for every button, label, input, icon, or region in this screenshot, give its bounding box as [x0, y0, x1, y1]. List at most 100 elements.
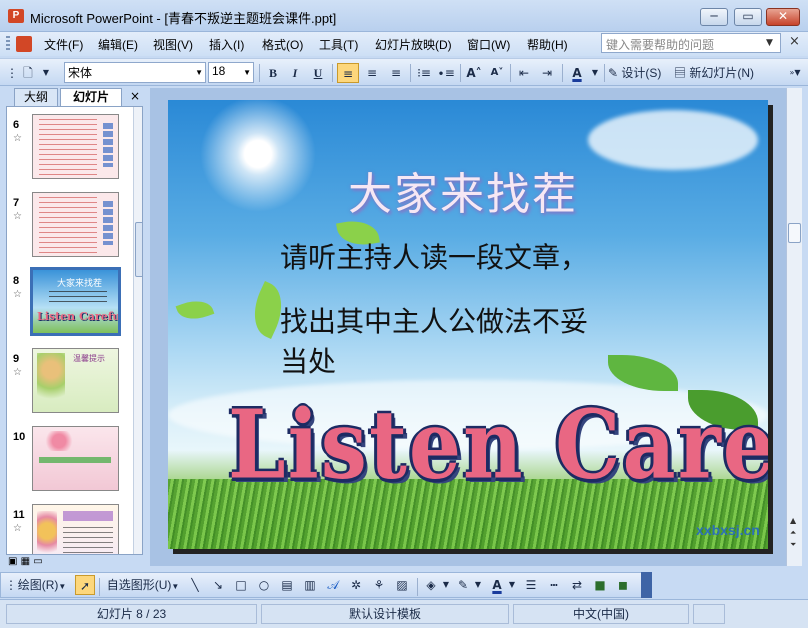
toolbar-overflow-icon[interactable]: »▼ — [788, 63, 802, 83]
pane-close-button[interactable]: × — [130, 89, 140, 103]
bold-button[interactable]: B — [263, 63, 283, 83]
shadow-style-icon[interactable]: ■ — [590, 575, 610, 595]
line-color-icon[interactable]: ✎ — [453, 575, 473, 595]
dash-style-icon[interactable]: ┅ — [544, 575, 564, 595]
menu-grip-icon[interactable] — [6, 36, 10, 52]
decrease-font-icon[interactable]: A˅ — [487, 63, 507, 83]
next-slide-icon[interactable]: ⏷ — [790, 540, 796, 550]
design-icon: ✎ — [608, 66, 619, 80]
menu-slideshow[interactable]: 幻灯片放映(D) — [375, 36, 452, 53]
minimize-button[interactable]: ─ — [700, 8, 728, 26]
font-color-button[interactable]: A — [566, 63, 588, 83]
thumb-vertical-title — [103, 123, 113, 167]
scroll-up-icon[interactable]: ▲ — [790, 516, 796, 525]
powerpoint-icon[interactable]: P — [8, 9, 24, 23]
slide-thumbnail-9[interactable]: 温馨提示 — [32, 348, 119, 413]
new-slide-button[interactable]: ▤ 新幻灯片(N) — [674, 63, 766, 83]
slide-thumbnail-11[interactable] — [32, 504, 119, 554]
slide-body-line-3[interactable]: 当处 — [280, 342, 336, 382]
tab-slides[interactable]: 幻灯片 — [60, 88, 122, 106]
close-button[interactable]: ✕ — [766, 8, 800, 26]
oval-tool-icon[interactable]: ○ — [254, 575, 274, 595]
slide-body-line-2[interactable]: 找出其中主人公做法不妥 — [280, 302, 588, 342]
arrow-style-icon[interactable]: ⇄ — [567, 575, 587, 595]
menu-view[interactable]: 视图(V) — [153, 36, 193, 53]
decrease-indent-icon[interactable]: ⇤ — [514, 63, 534, 83]
3d-style-icon[interactable]: ◼ — [613, 575, 633, 595]
menu-help[interactable]: 帮助(H) — [527, 36, 568, 53]
clipart-tool-icon[interactable]: ⚘ — [369, 575, 389, 595]
slide-body-line-1[interactable]: 请听主持人读一段文章， — [280, 238, 588, 278]
select-objects-icon[interactable]: ➚ — [75, 575, 95, 595]
new-document-icon[interactable]: 🗋 — [18, 63, 38, 83]
rectangle-tool-icon[interactable]: □ — [231, 575, 251, 595]
normal-view-icon[interactable]: ▣ — [8, 556, 17, 567]
vertical-textbox-icon[interactable]: ▥ — [300, 575, 320, 595]
slide-title[interactable]: 大家来找茬 — [348, 158, 578, 222]
menu-file[interactable]: 文件(F) — [44, 36, 83, 53]
slide-thumbnail-10[interactable] — [32, 426, 119, 491]
line-style-icon[interactable]: ☰ — [521, 575, 541, 595]
toolbar-options-icon[interactable] — [641, 572, 652, 598]
thumb-text-lines — [39, 119, 97, 175]
increase-indent-icon[interactable]: ⇥ — [537, 63, 557, 83]
picture-tool-icon[interactable]: ▨ — [392, 575, 412, 595]
slide-number-10: 10 — [13, 431, 26, 443]
align-right-button[interactable]: ≡ — [385, 63, 407, 83]
animation-star-icon: ☆ — [13, 211, 22, 222]
menu-insert[interactable]: 插入(I) — [209, 36, 244, 53]
toolbar-options-icon[interactable]: ▼ — [40, 63, 52, 83]
slide-thumbnail-8[interactable]: 大家来找茬 Listen Carefully — [30, 267, 121, 336]
toolbar-grip-icon[interactable]: ⋮ — [6, 63, 18, 83]
font-color-dropdown-icon[interactable]: ▼ — [590, 63, 600, 83]
editor-vertical-scrollbar[interactable]: ▲ ⏶ ⏷ — [786, 88, 802, 566]
tab-outline[interactable]: 大纲 — [14, 88, 58, 106]
help-search-input[interactable]: 键入需要帮助的问题 — [601, 33, 781, 53]
diagram-tool-icon[interactable]: ✲ — [346, 575, 366, 595]
help-dropdown-icon[interactable]: ▼ — [766, 38, 773, 48]
slide-number-7: 7 — [13, 197, 20, 209]
design-button[interactable]: ✎ 设计(S) — [608, 63, 672, 83]
separator — [332, 64, 333, 82]
current-slide[interactable]: 大家来找茬 请听主持人读一段文章， 找出其中主人公做法不妥 当处 Listen … — [168, 100, 768, 549]
numbered-list-icon[interactable]: ⁝≡ — [414, 63, 434, 83]
bulleted-list-icon[interactable]: ∙≡ — [436, 63, 456, 83]
scrollbar-thumb[interactable] — [788, 223, 801, 243]
font-color-draw-icon[interactable]: A — [487, 575, 507, 595]
underline-button[interactable]: U — [308, 63, 328, 83]
scrollbar-thumb[interactable] — [135, 222, 142, 277]
line-color-dropdown-icon[interactable]: ▼ — [474, 575, 482, 595]
autoshapes-button[interactable]: 自选图形(U)▼ — [103, 575, 183, 595]
toolbar-grip-icon[interactable]: ⋮ — [5, 575, 17, 595]
font-size-select[interactable]: 18 ▼ — [208, 62, 254, 83]
previous-slide-icon[interactable]: ⏶ — [790, 528, 796, 538]
align-left-button[interactable]: ≡ — [337, 63, 359, 83]
line-tool-icon[interactable]: ╲ — [185, 575, 205, 595]
draw-menu-button[interactable]: 绘图(R)▼ — [13, 575, 71, 595]
arrow-tool-icon[interactable]: ↘ — [208, 575, 228, 595]
slide-sorter-view-icon[interactable]: ▦ — [21, 556, 30, 567]
increase-font-icon[interactable]: A˄ — [464, 63, 484, 83]
wordart-listen-carefully[interactable]: Listen Carefully — [228, 390, 768, 500]
font-color-draw-dropdown-icon[interactable]: ▼ — [508, 575, 516, 595]
slideshow-view-icon[interactable]: ▭ — [33, 556, 42, 567]
thumbnail-scrollbar[interactable] — [133, 107, 142, 554]
wordart-tool-icon[interactable]: 𝒜 — [323, 575, 343, 595]
textbox-tool-icon[interactable]: ▤ — [277, 575, 297, 595]
align-center-button[interactable]: ≡ — [361, 63, 383, 83]
fill-color-icon[interactable]: ◈ — [421, 575, 441, 595]
menu-tools[interactable]: 工具(T) — [319, 36, 358, 53]
slide-thumbnail-6[interactable] — [32, 114, 119, 179]
slide-thumbnail-7[interactable] — [32, 192, 119, 257]
fill-color-dropdown-icon[interactable]: ▼ — [442, 575, 450, 595]
restore-button[interactable]: ▭ — [734, 8, 762, 26]
slide-thumbnail-pane[interactable]: 6 ☆ 7 ☆ 8 ☆ 大家来找茬 Listen Carefully 9 ☆ 温… — [6, 106, 143, 555]
document-close-button[interactable]: × — [789, 34, 800, 49]
chevron-down-icon: ▼ — [195, 68, 203, 77]
menu-format[interactable]: 格式(O) — [262, 36, 303, 53]
menu-edit[interactable]: 编辑(E) — [98, 36, 138, 53]
italic-button[interactable]: I — [285, 63, 305, 83]
document-icon[interactable] — [16, 36, 32, 52]
menu-window[interactable]: 窗口(W) — [467, 36, 510, 53]
font-name-select[interactable]: 宋体 ▼ — [64, 62, 206, 83]
